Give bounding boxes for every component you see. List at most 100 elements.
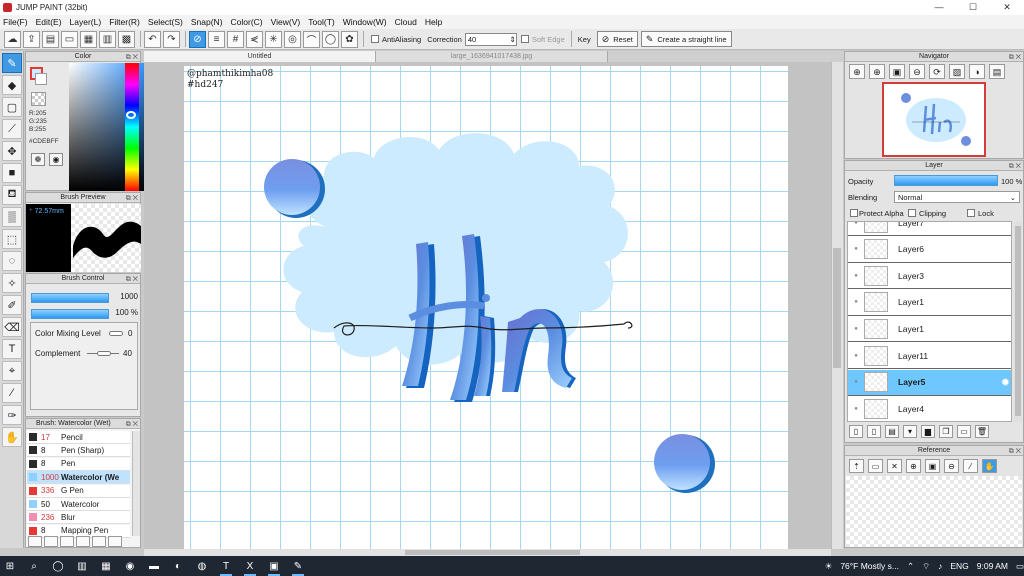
tab-large-image[interactable]: large_1636941017438.jpg bbox=[376, 51, 608, 62]
language-indicator[interactable]: ENG bbox=[950, 561, 968, 571]
line-tool-icon[interactable]: ⟋ bbox=[2, 119, 22, 139]
menu-select[interactable]: Select(S) bbox=[148, 17, 183, 27]
brush-settings-button[interactable] bbox=[28, 536, 42, 547]
panel-close-icon[interactable]: ⧉ ✕ bbox=[1009, 447, 1021, 457]
menu-help[interactable]: Help bbox=[425, 17, 442, 27]
grid-snap-icon[interactable]: # bbox=[227, 30, 244, 48]
panel-close-icon[interactable]: ⧉ ✕ bbox=[1009, 162, 1021, 172]
snap-off-icon[interactable]: ⊘ bbox=[189, 30, 206, 48]
excel-icon[interactable]: X bbox=[240, 558, 260, 576]
gradient-tool-icon[interactable]: ▒ bbox=[2, 207, 22, 227]
layer-row[interactable]: ● Layer1 bbox=[848, 289, 1011, 316]
brush-delete-button[interactable] bbox=[108, 536, 122, 547]
layer-visibility-icon[interactable]: ● bbox=[848, 246, 864, 252]
trash-icon[interactable]: 🗑 bbox=[975, 425, 989, 438]
clock-time[interactable]: 9:09 AM bbox=[977, 561, 1008, 571]
ellipse-snap-icon[interactable]: ◯ bbox=[322, 30, 339, 48]
folder-icon[interactable]: ▆ bbox=[921, 425, 935, 438]
antialiasing-checkbox[interactable] bbox=[371, 35, 379, 43]
brush-copy-button[interactable] bbox=[60, 536, 74, 547]
complement-slider[interactable] bbox=[97, 351, 111, 356]
flip-icon[interactable]: ◑ bbox=[969, 64, 985, 79]
color-mixing-slider[interactable] bbox=[109, 331, 123, 336]
select-eraser-icon[interactable]: ⌫ bbox=[2, 317, 22, 337]
export-icon[interactable]: ▥ bbox=[99, 30, 116, 48]
correction-input[interactable]: 40 ⇕ bbox=[464, 32, 517, 46]
brush-opacity-slider[interactable] bbox=[31, 309, 109, 319]
rectangle-tool-icon[interactable]: ▢ bbox=[2, 97, 22, 117]
layer-row[interactable]: ● Layer1 bbox=[848, 316, 1011, 343]
new-layer-alt-icon[interactable]: ▯ bbox=[867, 425, 881, 438]
volume-icon[interactable]: ♪ bbox=[938, 561, 942, 571]
brush-list-item[interactable]: 236 Blur bbox=[27, 511, 130, 525]
file-explorer-icon[interactable]: ▬ bbox=[144, 558, 164, 574]
panel-close-icon[interactable]: ⧉ ✕ bbox=[126, 420, 138, 430]
layer-visibility-icon[interactable]: ● bbox=[848, 222, 864, 226]
panel-close-icon[interactable]: ⧉ ✕ bbox=[1009, 53, 1021, 63]
transparent-color-swatch[interactable] bbox=[31, 92, 46, 106]
layer-visibility-icon[interactable]: ● bbox=[848, 406, 864, 412]
brush-list-item[interactable]: 50 Watercolor bbox=[27, 498, 130, 511]
menu-tool[interactable]: Tool(T) bbox=[308, 17, 334, 27]
brush-tool-icon[interactable]: ✎ bbox=[2, 53, 22, 73]
windows-start-icon[interactable]: ⊞ bbox=[0, 558, 20, 574]
redo-icon[interactable]: ↷ bbox=[163, 30, 180, 48]
layer-visibility-icon[interactable]: ● bbox=[848, 353, 864, 359]
tab-untitled[interactable]: Untitled bbox=[144, 51, 376, 62]
select-pen-icon[interactable]: ✐ bbox=[2, 295, 22, 315]
pen-edit-tool-icon[interactable]: ✑ bbox=[2, 405, 22, 425]
lock-checkbox[interactable] bbox=[967, 209, 975, 217]
canvas-horizontal-scroll-thumb[interactable] bbox=[405, 550, 580, 555]
menu-view[interactable]: View(V) bbox=[271, 17, 301, 27]
new-raster-icon[interactable]: ▤ bbox=[885, 425, 899, 438]
layer-blending-select[interactable]: Normal ⌄ bbox=[894, 191, 1020, 203]
menu-window[interactable]: Window(W) bbox=[343, 17, 387, 27]
spinner-icon[interactable]: ⇕ bbox=[510, 35, 516, 44]
reference-zoom-in-icon[interactable]: ⊕ bbox=[906, 459, 921, 473]
menu-snap[interactable]: Snap(N) bbox=[191, 17, 223, 27]
brush-size-slider[interactable] bbox=[31, 293, 109, 303]
comment-icon[interactable]: ▭ bbox=[61, 30, 78, 48]
eraser-tool-icon[interactable]: ◆ bbox=[2, 75, 22, 95]
brush-list-scrollbar[interactable] bbox=[132, 431, 140, 536]
new-layer-icon[interactable]: ▯ bbox=[849, 425, 863, 438]
upload-icon[interactable]: ⇪ bbox=[23, 30, 40, 48]
concentric-snap-icon[interactable]: ◎ bbox=[284, 30, 301, 48]
menu-layer[interactable]: Layer(L) bbox=[70, 17, 102, 27]
brush-import-button[interactable] bbox=[92, 536, 106, 547]
straight-line-button[interactable]: ✎ Create a straight line bbox=[640, 31, 732, 47]
brush-list-item[interactable]: 1000 Watercolor (We bbox=[27, 471, 130, 485]
menu-file[interactable]: File(F) bbox=[3, 17, 28, 27]
parallel-snap-icon[interactable]: ≡ bbox=[208, 30, 225, 48]
fill-rect-tool-icon[interactable]: ■ bbox=[2, 163, 22, 183]
layer-settings-gear-icon[interactable]: ✹ bbox=[1001, 376, 1010, 389]
brush-list-item[interactable]: 336 G Pen bbox=[27, 484, 130, 498]
hue-slider-handle[interactable] bbox=[126, 111, 136, 119]
cortana-icon[interactable]: ◯ bbox=[48, 558, 68, 574]
task-view-icon[interactable]: ▥ bbox=[72, 558, 92, 574]
layer-row[interactable]: ● Layer4 bbox=[848, 396, 1011, 421]
reference-open-icon[interactable]: ▭ bbox=[868, 459, 883, 473]
zoom-in-icon[interactable]: ⊕ bbox=[849, 64, 865, 79]
brush-list-item[interactable]: 17 Pencil bbox=[27, 431, 130, 444]
layer-row[interactable]: ● Layer11 bbox=[848, 343, 1011, 369]
duplicate-layer-icon[interactable]: ❐ bbox=[939, 425, 953, 438]
curve-snap-icon[interactable]: ⌒ bbox=[303, 30, 320, 48]
canvas-vertical-scroll-thumb[interactable] bbox=[833, 248, 841, 368]
reset-button[interactable]: ⊘ Reset bbox=[596, 31, 638, 47]
menu-edit[interactable]: Edit(E) bbox=[36, 17, 62, 27]
reference-eyedropper-icon[interactable]: ⁄ bbox=[963, 459, 978, 473]
select-rect-icon[interactable]: ⬚ bbox=[2, 229, 22, 249]
tray-chevron-icon[interactable]: ⌃ bbox=[907, 561, 914, 572]
settings-snap-icon[interactable]: ✿ bbox=[341, 30, 358, 48]
hand-tool-icon[interactable]: ✋ bbox=[2, 427, 22, 447]
reference-load-icon[interactable]: ⇡ bbox=[849, 459, 864, 473]
discord-icon[interactable]: ◍ bbox=[192, 558, 212, 574]
bucket-tool-icon[interactable]: ⛾ bbox=[2, 185, 22, 205]
operation-tool-icon[interactable]: ⌖ bbox=[2, 361, 22, 381]
drawing-canvas[interactable]: @phamthikimha08 #hd247 bbox=[184, 66, 788, 550]
layer-row[interactable]: ● Layer6 bbox=[848, 236, 1011, 263]
window-icon[interactable]: ▤ bbox=[989, 64, 1005, 79]
actual-size-icon[interactable]: ▨ bbox=[949, 64, 965, 79]
document-icon[interactable]: ▦ bbox=[80, 30, 97, 48]
